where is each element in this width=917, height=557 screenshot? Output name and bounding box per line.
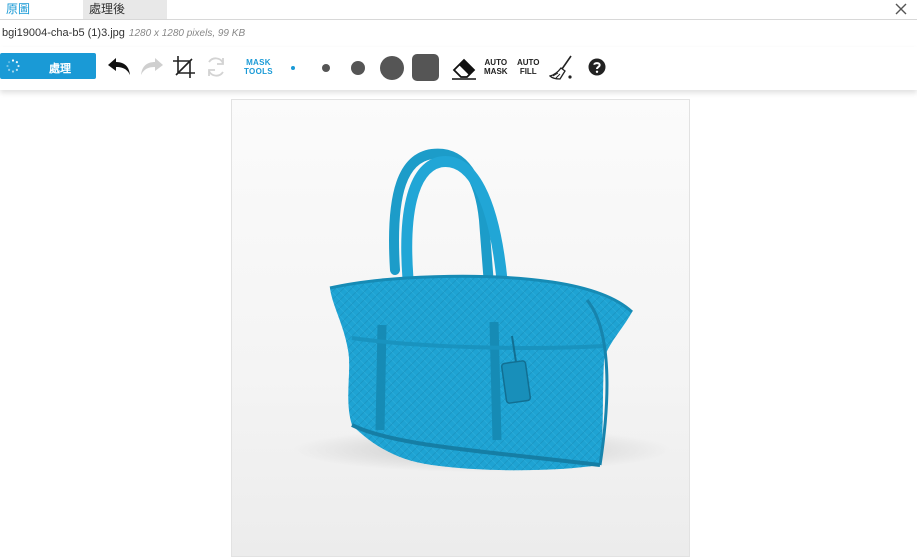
help-icon[interactable] [588,58,606,76]
mask-tools-line2: TOOLS [244,67,273,76]
crop-icon[interactable] [172,55,196,79]
spinner-icon [6,59,20,73]
masked-bag-image [292,148,672,472]
auto-mask-line2: MASK [484,67,508,76]
brush-size-l[interactable] [380,56,404,80]
brush-size-s[interactable] [322,64,330,72]
file-meta: 1280 x 1280 pixels, 99 KB [128,28,246,39]
process-button[interactable]: 處理 [0,53,96,79]
auto-fill-button[interactable]: AUTO FILL [517,58,540,76]
rotate-icon[interactable] [204,55,228,79]
auto-fill-line2: FILL [519,67,537,76]
toolbar: 處理 MASK TOOLS AUTO MASK AUTO FILL [0,47,917,90]
image-canvas[interactable] [231,99,690,557]
redo-icon[interactable] [139,56,165,78]
process-label: 處理 [49,63,71,75]
auto-mask-line1: AUTO [484,58,508,67]
auto-mask-button[interactable]: AUTO MASK [484,58,508,76]
tab-original[interactable]: 原圖 [0,0,72,19]
broom-icon[interactable] [549,54,575,82]
tab-processed[interactable]: 處理後 [83,0,167,19]
file-info: bgi19004-cha-b5 (1)3.jpg 1280 x 1280 pixe… [2,27,245,39]
eraser-icon[interactable] [450,55,478,81]
undo-icon[interactable] [106,56,132,78]
mask-tools-button[interactable]: MASK TOOLS [244,58,273,76]
mask-tools-line1: MASK [246,58,271,67]
brush-size-m[interactable] [351,61,365,75]
auto-fill-line1: AUTO [517,58,540,67]
brush-size-xs[interactable] [291,66,295,70]
tab-bar: 原圖 處理後 [0,0,917,20]
brush-square[interactable] [412,54,439,81]
close-icon[interactable] [893,1,909,17]
file-name: bgi19004-cha-b5 (1)3.jpg [2,27,125,39]
